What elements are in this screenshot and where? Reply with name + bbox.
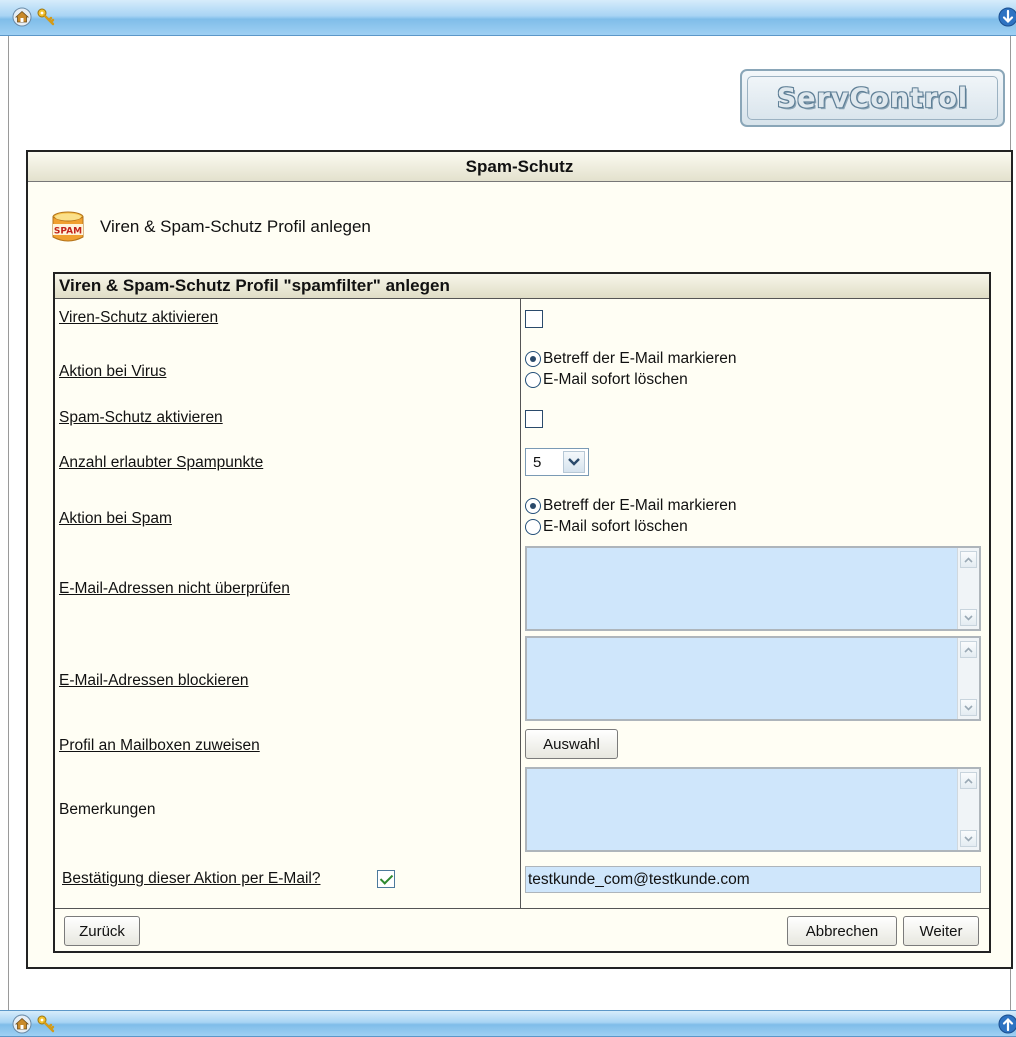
servcontrol-logo: ServControl (740, 69, 1005, 127)
bottom-toolbar (0, 1010, 1016, 1037)
spam-protection-panel: Spam-Schutz SPAM Viren & Spam-Schutz Pro… (26, 150, 1013, 969)
whitelist-label[interactable]: E-Mail-Adressen nicht überprüfen (59, 580, 290, 598)
next-button[interactable]: Weiter (903, 916, 979, 946)
virus-protection-label[interactable]: Viren-Schutz aktivieren (59, 309, 218, 327)
remarks-label: Bemerkungen (59, 801, 156, 818)
virus-action-option-mark[interactable]: Betreff der E-Mail markieren (525, 348, 737, 369)
row-confirmation: Bestätigung dieser Aktion per E-Mail? te… (55, 859, 989, 899)
spam-action-option-delete[interactable]: E-Mail sofort löschen (525, 516, 737, 537)
row-whitelist: E-Mail-Adressen nicht überprüfen (55, 546, 989, 634)
panel-title: Spam-Schutz (28, 152, 1011, 182)
whitelist-textarea[interactable] (525, 546, 981, 631)
key-icon[interactable] (36, 7, 56, 27)
scroll-up-icon[interactable] (960, 551, 977, 568)
form-title: Viren & Spam-Schutz Profil "spamfilter" … (55, 274, 989, 299)
spam-protection-label[interactable]: Spam-Schutz aktivieren (59, 409, 223, 427)
home-icon[interactable] (12, 1014, 32, 1034)
spam-icon: SPAM (52, 211, 84, 242)
scroll-down-icon[interactable] (960, 699, 977, 716)
virus-action-label[interactable]: Aktion bei Virus (59, 363, 166, 381)
blacklist-label[interactable]: E-Mail-Adressen blockieren (59, 672, 249, 690)
home-icon[interactable] (12, 7, 32, 27)
assign-label[interactable]: Profil an Mailboxen zuweisen (59, 737, 260, 755)
spam-points-label[interactable]: Anzahl erlaubter Spampunkte (59, 454, 263, 472)
spam-action-radios: Betreff der E-Mail markieren E-Mail sofo… (525, 495, 737, 537)
spam-action-label[interactable]: Aktion bei Spam (59, 510, 172, 528)
select-mailboxes-button[interactable]: Auswahl (525, 729, 618, 759)
subheader: SPAM Viren & Spam-Schutz Profil anlegen (50, 207, 371, 247)
scroll-up-icon[interactable] (960, 772, 977, 789)
profile-form: Viren & Spam-Schutz Profil "spamfilter" … (53, 272, 991, 953)
row-remarks: Bemerkungen (55, 767, 989, 855)
radio-unselected[interactable] (525, 518, 541, 535)
remarks-textarea[interactable] (525, 767, 981, 852)
row-virus-action: Aktion bei Virus Betreff der E-Mail mark… (55, 346, 989, 396)
chevron-down-icon[interactable] (563, 451, 585, 473)
radio-selected[interactable] (525, 497, 541, 514)
scroll-down-icon[interactable] (960, 609, 977, 626)
row-blacklist: E-Mail-Adressen blockieren (55, 636, 989, 724)
scroll-down-icon[interactable] (998, 7, 1016, 27)
virus-action-radios: Betreff der E-Mail markieren E-Mail sofo… (525, 348, 737, 390)
key-icon[interactable] (36, 1014, 56, 1034)
top-toolbar (0, 0, 1016, 36)
virus-protection-checkbox[interactable] (525, 310, 543, 328)
scroll-down-icon[interactable] (960, 830, 977, 847)
textarea-scrollbar[interactable] (957, 548, 979, 629)
subheader-text: Viren & Spam-Schutz Profil anlegen (100, 217, 371, 236)
radio-selected[interactable] (525, 350, 541, 367)
row-spam-protection: Spam-Schutz aktivieren (55, 400, 989, 440)
row-spam-points: Anzahl erlaubter Spampunkte 5 (55, 444, 989, 484)
row-assign: Profil an Mailboxen zuweisen Auswahl (55, 726, 989, 766)
blacklist-textarea[interactable] (525, 636, 981, 721)
scroll-up-icon[interactable] (960, 641, 977, 658)
row-spam-action: Aktion bei Spam Betreff der E-Mail marki… (55, 493, 989, 543)
scroll-up-icon[interactable] (998, 1014, 1016, 1034)
radio-unselected[interactable] (525, 371, 541, 388)
spam-points-select[interactable]: 5 (525, 448, 589, 476)
textarea-scrollbar[interactable] (957, 769, 979, 850)
spam-protection-checkbox[interactable] (525, 410, 543, 428)
back-button[interactable]: Zurück (64, 916, 140, 946)
logo-text: ServControl (747, 76, 998, 120)
virus-action-option-delete[interactable]: E-Mail sofort löschen (525, 369, 737, 390)
spam-points-value: 5 (533, 453, 542, 471)
textarea-scrollbar[interactable] (957, 638, 979, 719)
spam-action-option-mark[interactable]: Betreff der E-Mail markieren (525, 495, 737, 516)
form-footer: Zurück Abbrechen Weiter (55, 908, 989, 951)
confirmation-email-input[interactable]: testkunde_com@testkunde.com (525, 866, 981, 893)
confirmation-checkbox[interactable] (377, 870, 395, 888)
confirmation-label[interactable]: Bestätigung dieser Aktion per E-Mail? (62, 870, 320, 888)
row-virus-protection: Viren-Schutz aktivieren (55, 299, 989, 339)
cancel-button[interactable]: Abbrechen (787, 916, 897, 946)
svg-text:SPAM: SPAM (54, 227, 82, 237)
